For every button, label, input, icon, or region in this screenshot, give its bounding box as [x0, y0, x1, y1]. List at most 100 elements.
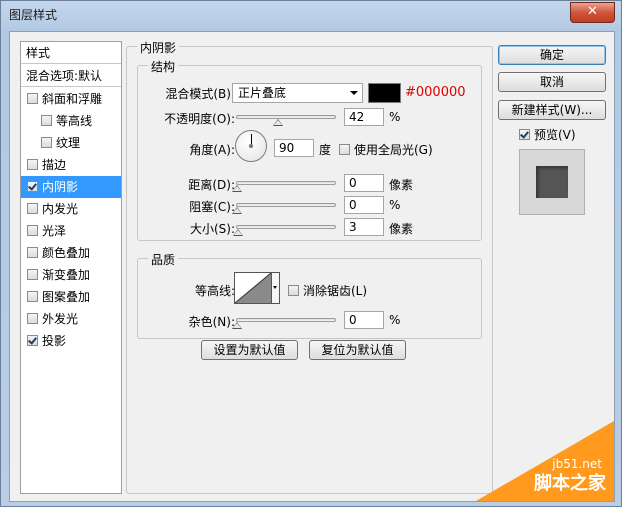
inner-shadow-title: 内阴影 [137, 39, 180, 56]
choke-label: 阻塞(C): [189, 200, 235, 214]
inner-shadow-group: 内阴影 结构 混合模式(B): 正片叠底 #000000 不透明度(O): 42… [126, 39, 493, 494]
blend-mode-value: 正片叠底 [238, 86, 287, 100]
style-item[interactable]: 描边 [21, 154, 121, 176]
angle-dial-center [249, 144, 253, 148]
style-item-checkbox-icon[interactable] [27, 269, 38, 280]
layer-style-dialog: 图层样式 ✕ 样式 混合选项:默认 斜面和浮雕 等高线 纹理 描边 内阴影 内发光 光泽 颜色… [0, 0, 622, 507]
size-slider[interactable] [233, 225, 336, 236]
blend-mode-label: 混合模式(B): [165, 87, 235, 101]
distance-unit: 像素 [389, 178, 414, 192]
style-item-checkbox-icon[interactable] [27, 181, 38, 192]
style-item-label: 投影 [42, 334, 67, 348]
style-item-checkbox-icon[interactable] [41, 115, 52, 126]
angle-input[interactable]: 90 [274, 139, 314, 157]
watermark: jb51.net 脚本之家 [476, 421, 614, 501]
choke-slider[interactable] [232, 203, 336, 214]
angle-label: 角度(A): [189, 143, 235, 157]
contour-curve-icon [234, 272, 272, 304]
style-item-checkbox-icon[interactable] [27, 225, 38, 236]
cancel-button[interactable]: 取消 [498, 72, 606, 92]
structure-title: 结构 [148, 58, 179, 75]
global-light-label: 使用全局光(G) [354, 143, 433, 157]
style-item[interactable]: 内发光 [21, 198, 121, 220]
shadow-color-hex: #000000 [405, 85, 466, 100]
style-item-checkbox-icon[interactable] [27, 159, 38, 170]
close-icon: ✕ [587, 4, 598, 19]
styles-list: 样式 混合选项:默认 斜面和浮雕等高线纹理描边内阴影内发光光泽颜色叠加渐变叠加图… [20, 41, 122, 494]
new-style-button[interactable]: 新建样式(W)... [498, 100, 606, 120]
choke-input[interactable]: 0 [344, 196, 384, 214]
structure-group: 结构 混合模式(B): 正片叠底 #000000 不透明度(O): 42 % 角… [137, 58, 482, 241]
style-item-checkbox-icon[interactable] [27, 93, 38, 104]
style-item-label: 描边 [42, 158, 67, 172]
angle-dial[interactable] [235, 130, 267, 162]
opacity-unit: % [389, 110, 401, 124]
preview-label: 预览(V) [534, 128, 576, 142]
style-item[interactable]: 光泽 [21, 220, 121, 242]
watermark-brand: 脚本之家 [534, 473, 606, 494]
reset-default-button[interactable]: 复位为默认值 [309, 340, 406, 360]
global-light-checkbox[interactable]: 使用全局光(G) [339, 141, 433, 158]
noise-label: 杂色(N): [188, 315, 235, 329]
style-item-label: 光泽 [42, 224, 67, 238]
contour-dropdown[interactable] [272, 272, 280, 304]
style-item-label: 等高线 [56, 114, 93, 128]
distance-slider[interactable] [232, 181, 336, 192]
style-item-checkbox-icon[interactable] [27, 335, 38, 346]
size-label: 大小(S): [189, 222, 235, 236]
noise-slider[interactable] [232, 318, 336, 329]
distance-input[interactable]: 0 [344, 174, 384, 192]
blend-mode-select[interactable]: 正片叠底 [232, 83, 363, 103]
style-item-label: 颜色叠加 [42, 246, 91, 260]
style-item[interactable]: 内阴影 [21, 176, 121, 198]
style-item-checkbox-icon[interactable] [27, 291, 38, 302]
title-bar[interactable]: 图层样式 ✕ [1, 1, 621, 29]
style-item-checkbox-icon[interactable] [27, 313, 38, 324]
distance-label: 距离(D): [188, 178, 235, 192]
style-item-checkbox-icon[interactable] [27, 247, 38, 258]
style-item-label: 内发光 [42, 202, 79, 216]
style-item-label: 渐变叠加 [42, 268, 91, 282]
style-item-checkbox-icon[interactable] [41, 137, 52, 148]
style-item[interactable]: 投影 [21, 330, 121, 352]
style-item-label: 外发光 [42, 312, 79, 326]
shadow-color-swatch[interactable] [368, 83, 401, 103]
distance-slider-thumb[interactable] [232, 185, 242, 192]
antialias-checkbox[interactable]: 消除锯齿(L) [288, 282, 367, 299]
size-input[interactable]: 3 [344, 218, 384, 236]
opacity-label: 不透明度(O): [164, 112, 235, 126]
contour-picker[interactable] [234, 272, 272, 304]
blend-options-item[interactable]: 混合选项:默认 [21, 65, 121, 87]
quality-title: 品质 [148, 251, 179, 268]
choke-slider-thumb[interactable] [232, 207, 242, 214]
opacity-slider-thumb[interactable] [273, 119, 284, 126]
opacity-slider[interactable] [236, 115, 336, 126]
quality-group: 品质 等高线: 消除锯齿(L) 杂色(N): 0 % [137, 251, 482, 339]
choke-unit: % [389, 198, 401, 212]
style-item[interactable]: 渐变叠加 [21, 264, 121, 286]
style-item[interactable]: 颜色叠加 [21, 242, 121, 264]
style-item[interactable]: 等高线 [21, 110, 121, 132]
styles-header[interactable]: 样式 [21, 42, 121, 64]
style-item[interactable]: 纹理 [21, 132, 121, 154]
size-unit: 像素 [389, 222, 414, 236]
style-item-label: 斜面和浮雕 [42, 92, 103, 106]
ok-button[interactable]: 确定 [498, 45, 606, 65]
style-item[interactable]: 斜面和浮雕 [21, 88, 121, 110]
opacity-input[interactable]: 42 [344, 108, 384, 126]
antialias-check-icon [288, 285, 299, 296]
make-default-button[interactable]: 设置为默认值 [201, 340, 298, 360]
noise-input[interactable]: 0 [344, 311, 384, 329]
style-item-checkbox-icon[interactable] [27, 203, 38, 214]
antialias-label: 消除锯齿(L) [303, 284, 368, 298]
chevron-down-icon [350, 91, 358, 95]
preview-checkbox[interactable]: 预览(V) [519, 126, 576, 143]
close-button[interactable]: ✕ [570, 2, 615, 23]
noise-slider-thumb[interactable] [232, 322, 242, 329]
style-preview-swatch [536, 166, 568, 198]
global-light-check-icon [339, 144, 350, 155]
size-slider-thumb[interactable] [233, 229, 244, 236]
style-item[interactable]: 图案叠加 [21, 286, 121, 308]
preview-check-icon [519, 129, 530, 140]
style-item[interactable]: 外发光 [21, 308, 121, 330]
